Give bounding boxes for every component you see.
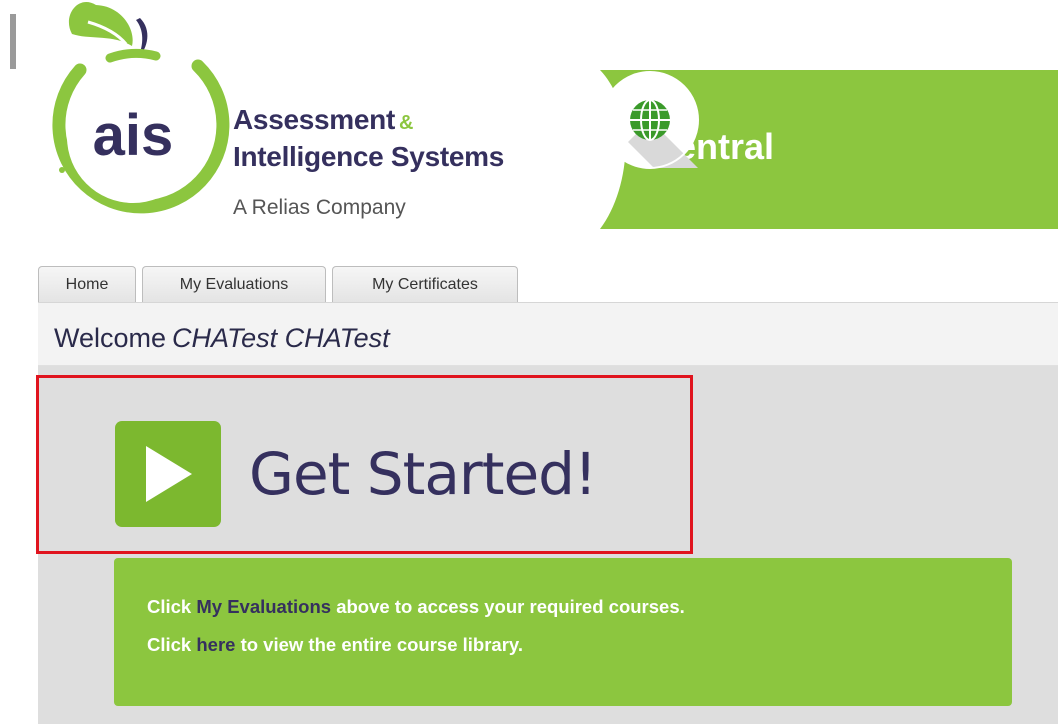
info-line-evaluations: Click My Evaluations above to access you… [147, 596, 685, 617]
globe-icon [601, 71, 699, 169]
ais-logo[interactable]: ais Assessment & Intelligence Systems A R… [40, 0, 600, 235]
tab-home[interactable]: Home [38, 266, 136, 302]
brand-subtitle: A Relias Company [233, 196, 406, 219]
my-evaluations-link[interactable]: My Evaluations [196, 596, 331, 617]
logo-text: ais [93, 103, 174, 168]
tab-my-evaluations[interactable]: My Evaluations [142, 266, 326, 302]
main-panel: Get Started! Click My Evaluations above … [38, 366, 1058, 724]
info-box: Click My Evaluations above to access you… [114, 558, 1012, 706]
info-line-library: Click here to view the entire course lib… [147, 634, 523, 655]
central-banner: Central [600, 70, 1058, 229]
get-started-button[interactable]: Get Started! [115, 421, 597, 527]
apple-leaf-icon: ais [52, 2, 230, 214]
play-icon [115, 421, 221, 527]
welcome-bar: Welcome CHATest CHATest [38, 302, 1058, 366]
tab-my-certificates[interactable]: My Certificates [332, 266, 518, 302]
brand-name-line2: Intelligence Systems [233, 141, 505, 172]
window-edge-bar [10, 14, 16, 69]
main-tabs: Home My Evaluations My Certificates [38, 262, 524, 302]
get-started-label: Get Started! [249, 440, 597, 508]
course-library-link[interactable]: here [196, 634, 235, 655]
user-name: CHATest CHATest [172, 323, 390, 353]
welcome-message: Welcome CHATest CHATest [54, 323, 390, 353]
brand-name-line1: Assessment & [233, 104, 414, 135]
